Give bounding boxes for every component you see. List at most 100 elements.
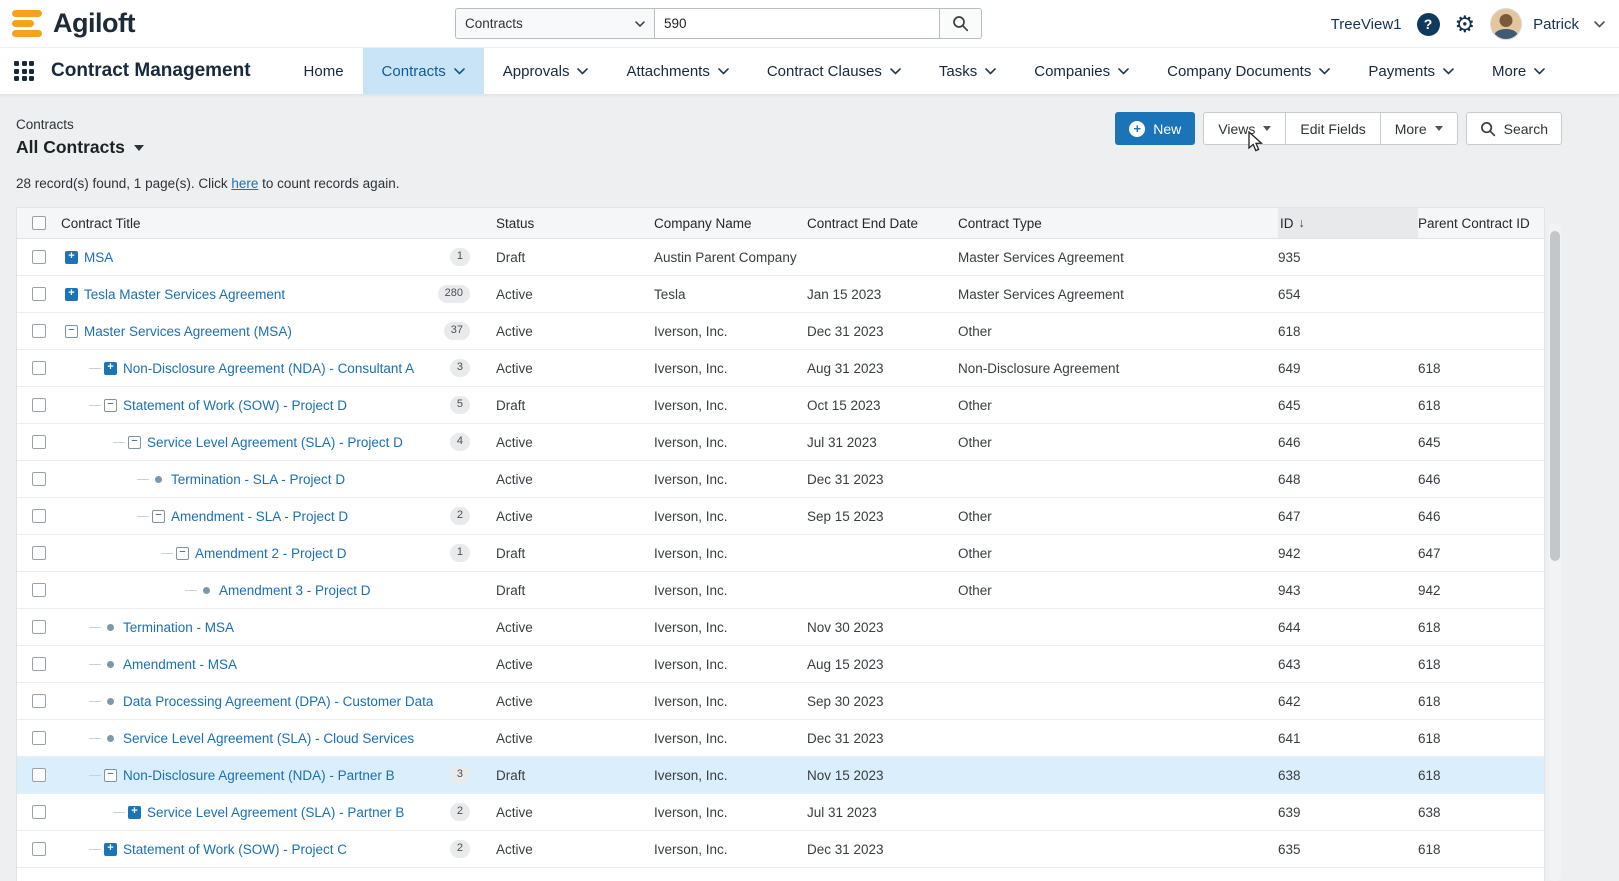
app-launcher-icon[interactable] [14, 61, 34, 81]
table-row[interactable]: Amendment - MSA Active Iverson, Inc. Aug… [17, 646, 1544, 683]
search-scope-select[interactable]: Contracts [455, 8, 655, 39]
nav-item[interactable]: More [1473, 48, 1564, 94]
tree-expander-icon[interactable] [152, 509, 165, 523]
table-row[interactable]: Statement of Work (SOW) - Project C 2 Ac… [17, 831, 1544, 868]
row-checkbox[interactable] [32, 324, 46, 338]
contract-title-link[interactable]: Non-Disclosure Agreement (NDA) - Consult… [123, 360, 414, 377]
row-checkbox[interactable] [32, 731, 46, 745]
views-button[interactable]: Views [1203, 112, 1287, 145]
tree-expander-icon[interactable] [104, 361, 117, 375]
contract-title-link[interactable]: Statement of Work (SOW) - Project D [123, 397, 347, 414]
tree-expander-icon[interactable] [104, 842, 117, 856]
global-search-button[interactable] [940, 8, 982, 39]
table-row[interactable]: Amendment 3 - Project D Draft Iverson, I… [17, 572, 1544, 609]
column-header-type[interactable]: Contract Type [958, 208, 1278, 238]
nav-item[interactable]: Contracts [362, 48, 484, 94]
row-checkbox[interactable] [32, 842, 46, 856]
nav-item[interactable]: Companies [1015, 48, 1148, 94]
tree-expander-icon[interactable] [104, 768, 117, 782]
row-checkbox[interactable] [32, 398, 46, 412]
new-button[interactable]: + New [1115, 112, 1196, 145]
contract-title-link[interactable]: Service Level Agreement (SLA) - Cloud Se… [123, 730, 414, 747]
contract-title-link[interactable]: Data Processing Agreement (DPA) - Custom… [123, 693, 433, 710]
tree-expander-icon[interactable] [104, 732, 117, 745]
row-checkbox[interactable] [32, 472, 46, 486]
select-all-checkbox[interactable] [32, 216, 46, 230]
nav-item[interactable]: Contract Clauses [748, 48, 920, 94]
row-checkbox[interactable] [32, 435, 46, 449]
row-checkbox[interactable] [32, 768, 46, 782]
contract-title-link[interactable]: Amendment - MSA [123, 656, 237, 673]
contract-title-link[interactable]: Master Services Agreement (MSA) [84, 323, 292, 340]
column-header-id[interactable]: ID ↓ [1278, 208, 1418, 238]
settings-gear-icon[interactable]: ⚙ [1455, 12, 1476, 36]
global-search-input[interactable] [655, 8, 940, 39]
tree-expander-icon[interactable] [65, 287, 78, 301]
table-row[interactable]: Non-Disclosure Agreement (NDA) - Consult… [17, 350, 1544, 387]
tree-expander-icon[interactable] [200, 584, 213, 597]
column-header-end-date[interactable]: Contract End Date [807, 208, 958, 238]
nav-item[interactable]: Company Documents [1148, 48, 1349, 94]
contract-title-link[interactable]: Tesla Master Services Agreement [84, 286, 285, 303]
help-icon[interactable]: ? [1416, 12, 1440, 36]
user-menu-chevron-icon[interactable] [1594, 20, 1605, 28]
table-row[interactable]: Amendment 2 - Project D 1 Draft Iverson,… [17, 535, 1544, 572]
view-selector[interactable]: All Contracts [16, 137, 144, 158]
count-again-link[interactable]: here [231, 176, 258, 191]
edit-fields-button[interactable]: Edit Fields [1286, 112, 1381, 145]
contract-title-link[interactable]: Termination - SLA - Project D [171, 471, 345, 488]
table-row[interactable]: Master Services Agreement (MSA) 37 Activ… [17, 313, 1544, 350]
nav-item[interactable]: Attachments [607, 48, 747, 94]
table-row[interactable]: Service Level Agreement (SLA) - Project … [17, 424, 1544, 461]
user-avatar[interactable] [1490, 8, 1523, 40]
row-checkbox[interactable] [32, 509, 46, 523]
tree-expander-icon[interactable] [104, 398, 117, 412]
column-header-company[interactable]: Company Name [654, 208, 807, 238]
table-row[interactable]: Tesla Master Services Agreement 280 Acti… [17, 276, 1544, 313]
table-row[interactable]: Data Processing Agreement (DPA) - Custom… [17, 683, 1544, 720]
row-checkbox[interactable] [32, 805, 46, 819]
table-row[interactable]: Amendment - SLA - Project D 2 Active Ive… [17, 498, 1544, 535]
tree-expander-icon[interactable] [152, 473, 165, 486]
nav-item[interactable]: Payments [1349, 48, 1473, 94]
nav-item[interactable]: Home [285, 48, 363, 94]
treeview-label[interactable]: TreeView1 [1331, 16, 1402, 33]
column-header-title[interactable]: Contract Title [61, 208, 496, 238]
table-row[interactable]: Statement of Work (SOW) - Project D 5 Dr… [17, 387, 1544, 424]
contract-title-link[interactable]: Service Level Agreement (SLA) - Partner … [147, 804, 404, 821]
tree-expander-icon[interactable] [104, 658, 117, 671]
contract-title-link[interactable]: Non-Disclosure Agreement (NDA) - Partner… [123, 767, 395, 784]
table-row[interactable]: Non-Disclosure Agreement (NDA) - Partner… [17, 757, 1544, 794]
contract-title-link[interactable]: Service Level Agreement (SLA) - Project … [147, 434, 403, 451]
more-button[interactable]: More [1380, 112, 1458, 145]
table-row[interactable]: MSA 1 Draft Austin Parent Company Master… [17, 239, 1544, 276]
table-row[interactable]: Service Level Agreement (SLA) - Cloud Se… [17, 720, 1544, 757]
row-checkbox[interactable] [32, 620, 46, 634]
row-checkbox[interactable] [32, 250, 46, 264]
vertical-scrollbar[interactable] [1549, 223, 1561, 881]
row-checkbox[interactable] [32, 546, 46, 560]
tree-expander-icon[interactable] [65, 324, 78, 338]
contract-title-link[interactable]: MSA [84, 249, 113, 266]
row-checkbox[interactable] [32, 361, 46, 375]
nav-item[interactable]: Tasks [920, 48, 1015, 94]
table-row[interactable]: Service Level Agreement (SLA) - Partner … [17, 794, 1544, 831]
column-header-status[interactable]: Status [496, 208, 654, 238]
user-name[interactable]: Patrick [1533, 16, 1579, 33]
search-button[interactable]: Search [1465, 112, 1562, 145]
tree-expander-icon[interactable] [176, 546, 189, 560]
table-row[interactable]: Termination - SLA - Project D Active Ive… [17, 461, 1544, 498]
contract-title-link[interactable]: Statement of Work (SOW) - Project C [123, 841, 347, 858]
row-checkbox[interactable] [32, 583, 46, 597]
contract-title-link[interactable]: Termination - MSA [123, 619, 234, 636]
contract-title-link[interactable]: Amendment 2 - Project D [195, 545, 347, 562]
tree-expander-icon[interactable] [104, 695, 117, 708]
agiloft-logo[interactable]: Agiloft [0, 8, 135, 39]
nav-item[interactable]: Approvals [484, 48, 608, 94]
tree-expander-icon[interactable] [65, 250, 78, 264]
tree-expander-icon[interactable] [128, 435, 141, 449]
table-row[interactable]: Termination - MSA Active Iverson, Inc. N… [17, 609, 1544, 646]
scrollbar-thumb[interactable] [1550, 231, 1560, 561]
contract-title-link[interactable]: Amendment - SLA - Project D [171, 508, 348, 525]
tree-expander-icon[interactable] [128, 805, 141, 819]
